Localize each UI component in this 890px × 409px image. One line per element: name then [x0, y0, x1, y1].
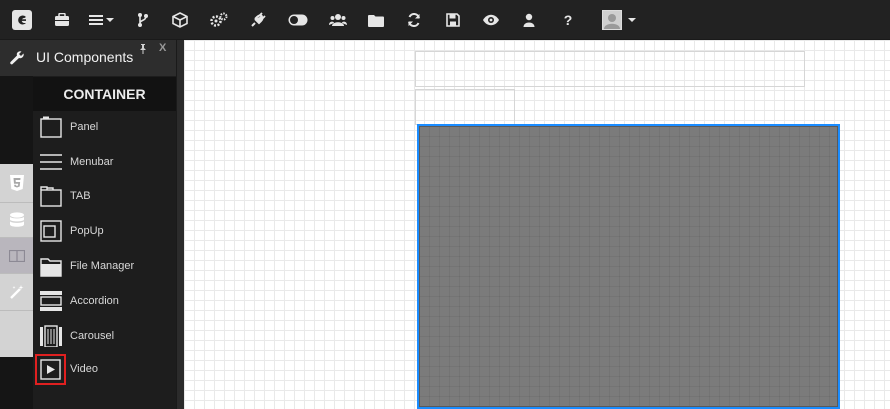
- component-label: Accordion: [70, 295, 119, 307]
- panel-rail: [0, 76, 33, 409]
- save-icon[interactable]: [441, 0, 465, 40]
- magic-wand-icon[interactable]: [0, 274, 33, 311]
- briefcase-icon[interactable]: [50, 0, 74, 40]
- ui-components-panel: UI Components X CONTAINER Panel Menubar …: [0, 40, 176, 409]
- cube-icon[interactable]: [168, 0, 192, 40]
- avatar-icon: [602, 10, 622, 30]
- layout-icon[interactable]: [0, 238, 33, 274]
- category-label: CONTAINER: [63, 86, 146, 102]
- panel-title: UI Components: [36, 49, 134, 65]
- rail-empty-tab: [0, 311, 33, 357]
- video-icon: [40, 359, 61, 380]
- video-icon-frame: [35, 354, 66, 385]
- popup-icon: [40, 220, 62, 242]
- panel-scrollbar[interactable]: [176, 40, 184, 409]
- refresh-icon[interactable]: [402, 0, 426, 40]
- component-label: File Manager: [70, 260, 135, 272]
- canvas-element-small[interactable]: [415, 89, 515, 125]
- html5-icon[interactable]: [0, 164, 33, 203]
- component-file-manager[interactable]: File Manager: [33, 250, 173, 284]
- account-menu[interactable]: [598, 0, 640, 40]
- cogs-icon[interactable]: [207, 0, 231, 40]
- component-label: PopUp: [70, 225, 104, 237]
- wrench-icon: [10, 51, 24, 65]
- component-label: Carousel: [70, 330, 115, 342]
- branch-icon[interactable]: [131, 0, 155, 40]
- rail-tabs: [0, 164, 33, 357]
- plug-icon[interactable]: [246, 0, 270, 40]
- toggle-icon[interactable]: [285, 0, 311, 40]
- app-logo-icon[interactable]: [10, 0, 34, 40]
- component-label: Panel: [70, 121, 99, 133]
- close-icon[interactable]: X: [159, 42, 166, 54]
- component-accordion[interactable]: Accordion: [33, 285, 173, 319]
- component-popup[interactable]: PopUp: [33, 215, 173, 249]
- users-icon[interactable]: [326, 0, 350, 40]
- component-video[interactable]: Video: [33, 353, 173, 387]
- selected-container[interactable]: [417, 124, 840, 409]
- menubar-icon: [40, 154, 62, 170]
- chevron-down-icon: [105, 18, 114, 22]
- database-icon[interactable]: [0, 203, 33, 238]
- file-manager-icon: [40, 258, 62, 277]
- component-label: TAB: [70, 190, 91, 202]
- eye-icon[interactable]: [479, 0, 503, 40]
- panel-header: UI Components X: [0, 40, 176, 76]
- component-label: Video: [70, 363, 98, 375]
- top-toolbar: ?: [0, 0, 890, 40]
- user-icon[interactable]: [517, 0, 541, 40]
- folder-icon[interactable]: [364, 0, 388, 40]
- tab-icon: [40, 186, 62, 207]
- panel-icon: [40, 116, 62, 138]
- help-label: ?: [563, 12, 573, 28]
- carousel-icon: [40, 325, 62, 347]
- category-header: CONTAINER: [33, 77, 176, 111]
- component-tab[interactable]: TAB: [33, 180, 173, 214]
- design-canvas[interactable]: [184, 40, 890, 409]
- component-panel[interactable]: Panel: [33, 111, 173, 145]
- component-label: Menubar: [70, 156, 114, 168]
- help-icon[interactable]: ?: [556, 0, 580, 40]
- menu-icon[interactable]: [86, 0, 116, 40]
- canvas-element-wide[interactable]: [415, 51, 805, 87]
- pin-icon[interactable]: [138, 44, 148, 54]
- selected-container-inner: [419, 126, 838, 407]
- component-carousel[interactable]: Carousel: [33, 320, 173, 354]
- component-menubar[interactable]: Menubar: [33, 146, 173, 180]
- chevron-down-icon: [628, 18, 636, 22]
- accordion-icon: [40, 291, 62, 311]
